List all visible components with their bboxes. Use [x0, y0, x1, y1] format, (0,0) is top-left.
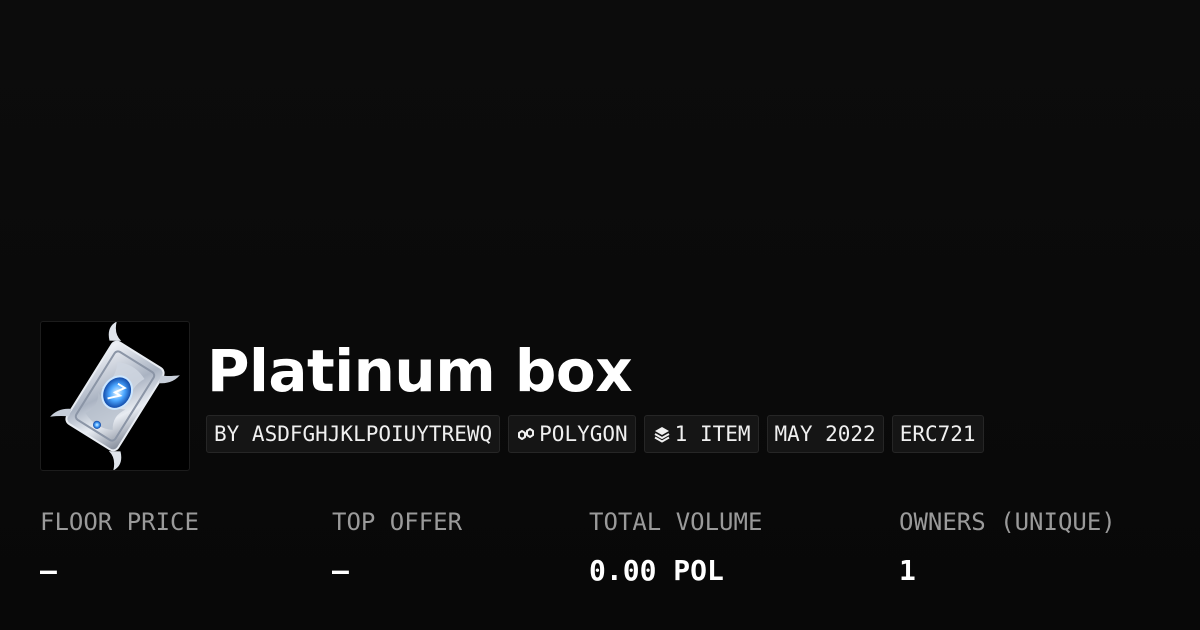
items-badge[interactable]: 1 ITEM [643, 415, 759, 453]
standard-badge: ERC721 [891, 415, 984, 453]
polygon-icon [516, 424, 536, 444]
top-offer-label: TOP OFFER [332, 508, 463, 536]
collection-badges: BY ASDFGHJKLPOIUYTREWQ POLYGON 1 ITEM MA… [206, 415, 984, 453]
collection-title: Platinum box [207, 337, 633, 405]
standard-label: ERC721 [899, 422, 976, 446]
total-volume-value: 0.00 POL [589, 554, 724, 587]
layers-icon [652, 424, 672, 444]
date-label: MAY 2022 [774, 422, 876, 446]
floor-price-value: – [40, 554, 57, 587]
owners-value: 1 [899, 554, 916, 587]
platinum-card-image [50, 322, 180, 470]
top-offer-value: – [332, 554, 349, 587]
total-volume-label: TOTAL VOLUME [589, 508, 763, 536]
owners-stat: OWNERS (UNIQUE) 1 [899, 505, 1116, 588]
owners-label: OWNERS (UNIQUE) [899, 508, 1116, 536]
floor-price-label: FLOOR PRICE [40, 508, 199, 536]
total-volume-stat: TOTAL VOLUME 0.00 POL [589, 505, 762, 588]
collection-thumbnail [40, 321, 190, 471]
date-badge: MAY 2022 [766, 415, 884, 453]
creator-badge[interactable]: BY ASDFGHJKLPOIUYTREWQ [206, 415, 501, 453]
chain-label: POLYGON [539, 422, 628, 446]
chain-badge[interactable]: POLYGON [508, 415, 636, 453]
top-offer-stat: TOP OFFER – [332, 505, 462, 588]
floor-price-stat: FLOOR PRICE – [40, 505, 199, 588]
creator-label: BY ASDFGHJKLPOIUYTREWQ [214, 422, 493, 446]
items-label: 1 ITEM [674, 422, 751, 446]
